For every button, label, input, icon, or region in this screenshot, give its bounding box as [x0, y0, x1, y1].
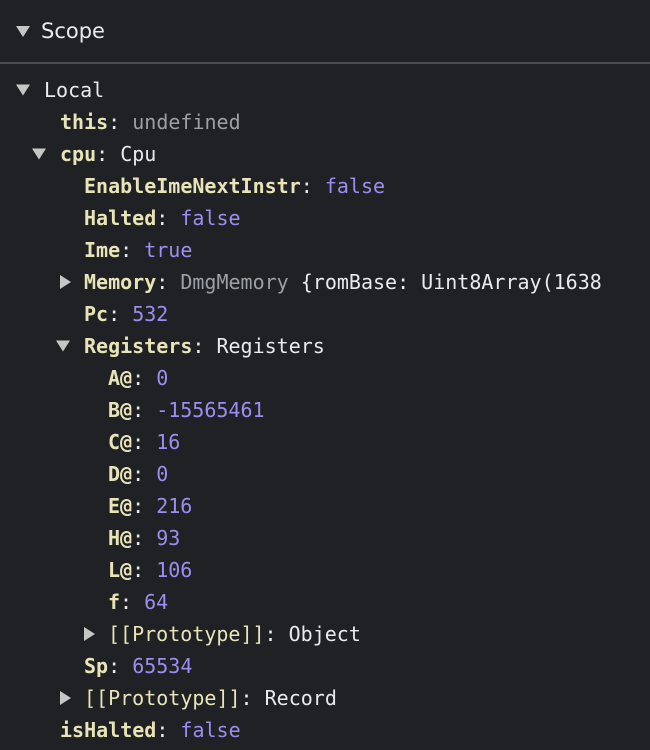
scope-title: Scope: [41, 19, 105, 43]
property-is-halted[interactable]: isHalted: false: [0, 714, 650, 746]
property-value: Object: [288, 622, 361, 646]
property-type: Cpu: [120, 142, 157, 166]
property-key: this: [60, 110, 109, 134]
property-key: Pc: [84, 302, 109, 326]
property-key: Memory: [84, 270, 157, 294]
register-row[interactable]: A@: 0: [0, 362, 650, 394]
property-value: 0: [156, 462, 169, 486]
expanded-triangle-icon[interactable]: [56, 340, 70, 352]
register-row[interactable]: D@: 0: [0, 458, 650, 490]
property-key: Registers: [84, 334, 193, 358]
property-value: 216: [156, 494, 193, 518]
register-row[interactable]: B@: -15565461: [0, 394, 650, 426]
property-ime[interactable]: Ime: true: [0, 234, 650, 266]
property-registers[interactable]: Registers: Registers: [0, 330, 650, 362]
property-pc[interactable]: Pc: 532: [0, 298, 650, 330]
tree-node-local[interactable]: Local: [0, 74, 650, 106]
property-type: Registers: [216, 334, 325, 358]
local-scope-label: Local: [44, 78, 105, 102]
property-value: true: [144, 238, 193, 262]
property-this[interactable]: this: undefined: [0, 106, 650, 138]
property-value: 64: [144, 590, 169, 614]
property-registers-prototype[interactable]: [[Prototype]]: Object: [0, 618, 650, 650]
property-cpu[interactable]: cpu: Cpu: [0, 138, 650, 170]
property-key: A@: [108, 366, 133, 390]
property-value: 93: [156, 526, 181, 550]
property-preview: {romBase: Uint8Array(1638: [300, 270, 602, 294]
property-value: false: [180, 206, 241, 230]
property-value: undefined: [132, 110, 241, 134]
register-row[interactable]: f: 64: [0, 586, 650, 618]
register-row[interactable]: H@: 93: [0, 522, 650, 554]
property-key: L@: [108, 558, 133, 582]
property-key: C@: [108, 430, 133, 454]
register-row[interactable]: L@: 106: [0, 554, 650, 586]
property-key: H@: [108, 526, 133, 550]
property-halted[interactable]: Halted: false: [0, 202, 650, 234]
property-key: EnableImeNextInstr: [84, 174, 301, 198]
collapsed-triangle-icon[interactable]: [60, 275, 71, 289]
property-cpu-prototype[interactable]: [[Prototype]]: Record: [0, 682, 650, 714]
property-value: false: [180, 718, 241, 742]
property-key: [[Prototype]]: [108, 622, 265, 646]
property-key: f: [108, 590, 121, 614]
property-key: Sp: [84, 654, 109, 678]
scope-section-header[interactable]: Scope: [0, 0, 650, 64]
property-value: 16: [156, 430, 181, 454]
property-memory[interactable]: Memory: DmgMemory {romBase: Uint8Array(1…: [0, 266, 650, 298]
property-value: false: [324, 174, 386, 198]
collapsed-triangle-icon[interactable]: [84, 627, 95, 641]
register-row[interactable]: E@: 216: [0, 490, 650, 522]
register-row[interactable]: C@: 16: [0, 426, 650, 458]
collapse-triangle-icon: [16, 25, 30, 37]
property-type: DmgMemory: [180, 270, 289, 294]
expanded-triangle-icon[interactable]: [32, 148, 46, 160]
property-key: E@: [108, 494, 133, 518]
property-key: D@: [108, 462, 133, 486]
property-key: [[Prototype]]: [84, 686, 241, 710]
property-value: 65534: [132, 654, 193, 678]
collapsed-triangle-icon[interactable]: [60, 691, 71, 705]
property-key: isHalted: [60, 718, 157, 742]
property-key: B@: [108, 398, 133, 422]
property-key: cpu: [60, 142, 97, 166]
property-value: Record: [264, 686, 337, 710]
property-value: 0: [156, 366, 169, 390]
scope-tree: Local this: undefined cpu: Cpu EnableIme…: [0, 64, 650, 746]
property-enable-ime-next-instr[interactable]: EnableImeNextInstr: false: [0, 170, 650, 202]
property-sp[interactable]: Sp: 65534: [0, 650, 650, 682]
property-key: Ime: [84, 238, 121, 262]
expanded-triangle-icon[interactable]: [16, 84, 30, 96]
property-key: Halted: [84, 206, 157, 230]
property-value: -15565461: [156, 398, 265, 422]
property-value: 106: [156, 558, 193, 582]
property-value: 532: [132, 302, 169, 326]
